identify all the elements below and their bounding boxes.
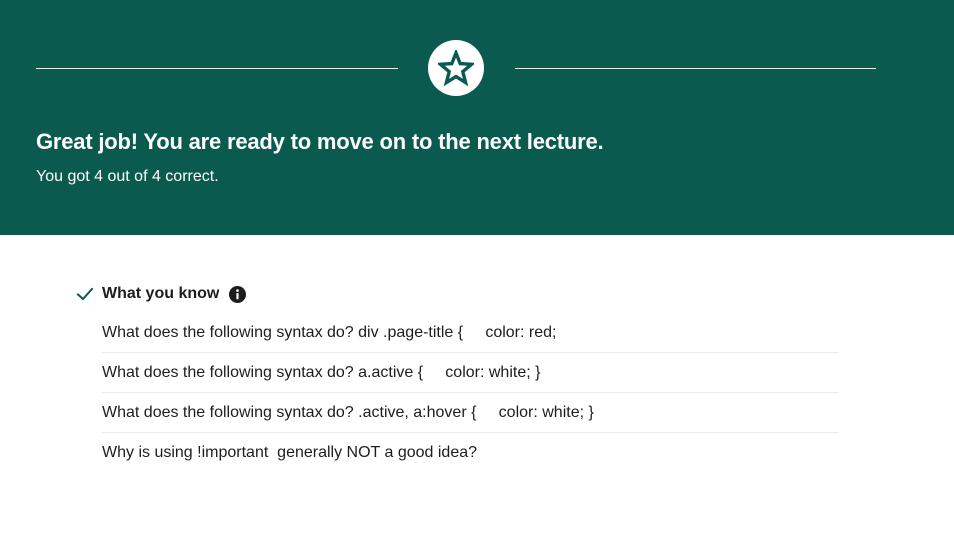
question-item: What does the following syntax do? .acti…: [102, 393, 839, 433]
star-icon: [438, 50, 474, 86]
question-item: What does the following syntax do? a.act…: [102, 353, 839, 393]
banner-divider-right: [515, 68, 876, 69]
question-item: Why is using !important generally NOT a …: [102, 444, 478, 461]
score-summary: You got 4 out of 4 correct.: [36, 168, 219, 185]
results-headline: Great job! You are ready to move on to t…: [36, 129, 604, 154]
section-title: What you know: [102, 285, 220, 302]
question-list: What does the following syntax do? div .…: [102, 313, 839, 472]
banner-divider-left: [36, 68, 398, 69]
star-badge: [428, 40, 484, 96]
info-icon[interactable]: [229, 285, 247, 303]
question-item: What does the following syntax do? div .…: [102, 313, 839, 353]
checkmark-icon: [76, 287, 94, 301]
knowledge-header: What you know: [76, 283, 247, 305]
results-banner: Great job! You are ready to move on to t…: [0, 0, 954, 235]
